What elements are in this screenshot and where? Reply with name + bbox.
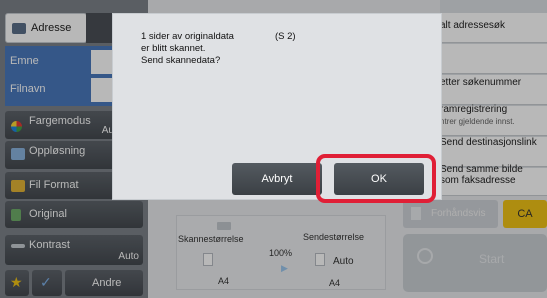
- dialog-message-line-3: Send skannedata?: [141, 55, 221, 66]
- dialog-message-code: (S 2): [275, 31, 296, 42]
- ok-button-highlight: [316, 154, 436, 203]
- dialog-message: 1 sider av originaldata er blitt skannet…: [141, 31, 234, 67]
- cancel-button[interactable]: Avbryt: [232, 163, 322, 195]
- scan-send-screen: Adresse Emne Filnavn Fargemodus Auto/Mo …: [0, 0, 547, 298]
- dialog-message-line-1: 1 sider av originaldata: [141, 31, 234, 42]
- dialog-message-line-2: er blitt skannet.: [141, 43, 206, 54]
